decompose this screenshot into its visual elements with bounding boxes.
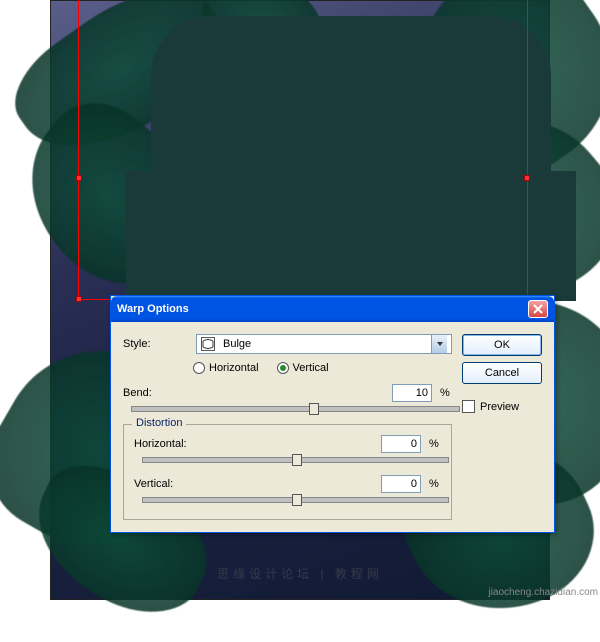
horizontal-radio-label: Horizontal [209,362,259,374]
distortion-v-suffix: % [429,478,441,490]
preview-checkbox[interactable]: Preview [462,400,542,413]
anchor-right-mid[interactable] [524,175,530,181]
style-label: Style: [123,338,188,350]
bend-suffix: % [440,387,452,399]
horizontal-radio[interactable]: Horizontal [193,362,259,374]
chevron-down-icon [431,335,447,353]
distortion-legend: Distortion [132,417,186,429]
anchor-left-mid[interactable] [76,175,82,181]
distortion-group: Distortion Horizontal: % Vertical: % [123,424,452,520]
dialog-title: Warp Options [117,303,189,315]
style-value: Bulge [223,338,251,350]
distortion-h-suffix: % [429,438,441,450]
bend-slider[interactable] [131,406,460,412]
preview-label: Preview [480,401,519,413]
anchor-bottom-left[interactable] [76,296,82,302]
selection-bounding-box[interactable] [78,0,528,300]
ok-button[interactable]: OK [462,334,542,356]
bend-label: Bend: [123,387,188,399]
distortion-h-slider[interactable] [142,457,449,463]
bend-input[interactable] [392,384,432,402]
distortion-h-input[interactable] [381,435,421,453]
dialog-titlebar[interactable]: Warp Options [111,296,554,322]
watermark-site: jiaocheng.chazidian.com [488,587,598,598]
cancel-button[interactable]: Cancel [462,362,542,384]
distortion-h-label: Horizontal: [134,438,199,450]
distortion-v-input[interactable] [381,475,421,493]
bulge-icon [201,337,215,351]
warp-options-dialog: Warp Options Style: Bulge [110,295,555,533]
distortion-v-label: Vertical: [134,478,199,490]
vertical-radio[interactable]: Vertical [277,362,329,374]
watermark-cn: 思缘设计论坛 | 教程网 [217,565,383,582]
distortion-v-slider[interactable] [142,497,449,503]
vertical-radio-label: Vertical [293,362,329,374]
close-icon[interactable] [528,300,548,318]
style-select[interactable]: Bulge [196,334,452,354]
